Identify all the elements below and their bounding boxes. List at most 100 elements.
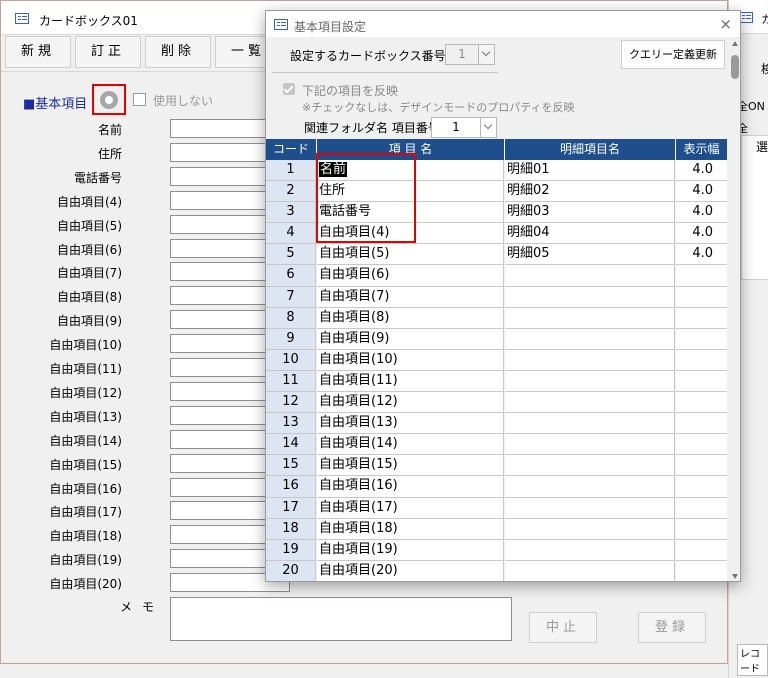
- code-cell[interactable]: 7: [266, 286, 316, 308]
- table-row[interactable]: 14 自由項目(14): [266, 434, 727, 456]
- item-name-cell[interactable]: 自由項目(12): [317, 392, 504, 414]
- scroll-down-icon[interactable]: [732, 574, 738, 579]
- detail-name-cell[interactable]: 明細04: [505, 223, 675, 245]
- display-width-cell[interactable]: [676, 476, 727, 498]
- table-row[interactable]: 6 自由項目(6): [266, 265, 727, 287]
- table-row[interactable]: 17 自由項目(17): [266, 497, 727, 519]
- scroll-up-icon[interactable]: [732, 41, 738, 46]
- code-cell[interactable]: 6: [266, 265, 316, 287]
- detail-name-cell[interactable]: [505, 518, 675, 540]
- display-width-cell[interactable]: [676, 370, 727, 393]
- item-name-cell[interactable]: 自由項目(19): [317, 539, 504, 561]
- code-cell[interactable]: 17: [266, 497, 316, 519]
- detail-name-cell[interactable]: [505, 307, 675, 329]
- table-row[interactable]: 8 自由項目(8): [266, 307, 727, 329]
- table-row[interactable]: 11 自由項目(11): [266, 370, 727, 393]
- detail-name-cell[interactable]: [505, 392, 675, 414]
- detail-name-cell[interactable]: [505, 413, 675, 435]
- detail-name-cell[interactable]: [505, 434, 675, 456]
- code-cell[interactable]: 12: [266, 392, 316, 414]
- cancel-button[interactable]: 中止: [529, 612, 597, 643]
- display-width-cell[interactable]: [676, 349, 727, 371]
- detail-name-cell[interactable]: 明細03: [505, 202, 675, 224]
- display-width-cell[interactable]: 4.0: [676, 160, 727, 182]
- detail-name-cell[interactable]: 明細02: [505, 181, 675, 203]
- item-name-cell[interactable]: 自由項目(20): [317, 560, 504, 581]
- chevron-down-icon[interactable]: [480, 118, 496, 137]
- display-width-cell[interactable]: [676, 286, 727, 308]
- folder-item-select[interactable]: 1: [431, 117, 497, 138]
- detail-name-cell[interactable]: [505, 349, 675, 371]
- item-name-cell[interactable]: 自由項目(6): [317, 265, 504, 287]
- detail-name-cell[interactable]: [505, 455, 675, 477]
- chevron-down-icon[interactable]: [478, 45, 494, 64]
- code-cell[interactable]: 5: [266, 244, 316, 266]
- display-width-cell[interactable]: [676, 265, 727, 287]
- display-width-cell[interactable]: [676, 455, 727, 477]
- display-width-cell[interactable]: [676, 560, 727, 581]
- display-width-cell[interactable]: [676, 518, 727, 540]
- table-row[interactable]: 7 自由項目(7): [266, 286, 727, 308]
- display-width-cell[interactable]: 4.0: [676, 181, 727, 203]
- table-row[interactable]: 9 自由項目(9): [266, 328, 727, 350]
- detail-name-cell[interactable]: [505, 539, 675, 561]
- item-name-cell[interactable]: 自由項目(9): [317, 328, 504, 350]
- code-cell[interactable]: 4: [266, 223, 316, 245]
- table-row[interactable]: 20 自由項目(20): [266, 560, 727, 581]
- item-name-cell[interactable]: 自由項目(10): [317, 349, 504, 371]
- item-name-cell[interactable]: 自由項目(14): [317, 434, 504, 456]
- code-cell[interactable]: 3: [266, 202, 316, 224]
- item-name-cell[interactable]: 自由項目(11): [317, 370, 504, 393]
- code-cell[interactable]: 20: [266, 560, 316, 581]
- item-name-cell[interactable]: 自由項目(18): [317, 518, 504, 540]
- display-width-cell[interactable]: [676, 539, 727, 561]
- query-update-button[interactable]: クエリー定義更新: [621, 40, 725, 69]
- code-cell[interactable]: 18: [266, 518, 316, 540]
- item-name-cell[interactable]: 自由項目(7): [317, 286, 504, 308]
- code-cell[interactable]: 9: [266, 328, 316, 350]
- register-button[interactable]: 登録: [638, 612, 706, 643]
- table-row[interactable]: 5 自由項目(5) 明細05 4.0: [266, 244, 727, 266]
- code-cell[interactable]: 2: [266, 181, 316, 203]
- code-cell[interactable]: 8: [266, 307, 316, 329]
- detail-name-cell[interactable]: [505, 560, 675, 581]
- detail-name-cell[interactable]: 明細05: [505, 244, 675, 266]
- all-on-button[interactable]: 全ON: [737, 98, 765, 114]
- detail-name-cell[interactable]: [505, 476, 675, 498]
- code-cell[interactable]: 1: [266, 160, 316, 182]
- detail-name-cell[interactable]: [505, 370, 675, 393]
- unused-checkbox[interactable]: [133, 93, 146, 106]
- display-width-cell[interactable]: [676, 328, 727, 350]
- code-cell[interactable]: 14: [266, 434, 316, 456]
- display-width-cell[interactable]: 4.0: [676, 202, 727, 224]
- display-width-cell[interactable]: [676, 434, 727, 456]
- display-width-cell[interactable]: 4.0: [676, 244, 727, 266]
- edit-button[interactable]: 訂正: [75, 36, 141, 68]
- item-name-cell[interactable]: 自由項目(16): [317, 476, 504, 498]
- vertical-scrollbar[interactable]: [729, 37, 740, 581]
- delete-button[interactable]: 削除: [145, 36, 211, 68]
- display-width-cell[interactable]: [676, 413, 727, 435]
- table-row[interactable]: 16 自由項目(16): [266, 476, 727, 498]
- item-name-cell[interactable]: 自由項目(13): [317, 413, 504, 435]
- scroll-thumb[interactable]: [731, 55, 739, 79]
- display-width-cell[interactable]: [676, 392, 727, 414]
- memo-field[interactable]: [170, 597, 512, 641]
- detail-name-cell[interactable]: 明細01: [505, 160, 675, 182]
- new-button[interactable]: 新規: [5, 36, 71, 68]
- item-name-cell[interactable]: 自由項目(5): [317, 244, 504, 266]
- code-cell[interactable]: 10: [266, 349, 316, 371]
- item-name-cell[interactable]: 自由項目(15): [317, 455, 504, 477]
- table-row[interactable]: 15 自由項目(15): [266, 455, 727, 477]
- cardbox-number-select[interactable]: 1: [445, 44, 495, 65]
- table-row[interactable]: 10 自由項目(10): [266, 349, 727, 371]
- reflect-checkbox[interactable]: [283, 83, 295, 95]
- table-row[interactable]: 13 自由項目(13): [266, 413, 727, 435]
- basic-items-settings-button[interactable]: [92, 84, 126, 115]
- detail-name-cell[interactable]: [505, 497, 675, 519]
- table-row[interactable]: 12 自由項目(12): [266, 392, 727, 414]
- code-cell[interactable]: 13: [266, 413, 316, 435]
- display-width-cell[interactable]: [676, 307, 727, 329]
- select-list[interactable]: 選: [741, 135, 768, 280]
- display-width-cell[interactable]: [676, 497, 727, 519]
